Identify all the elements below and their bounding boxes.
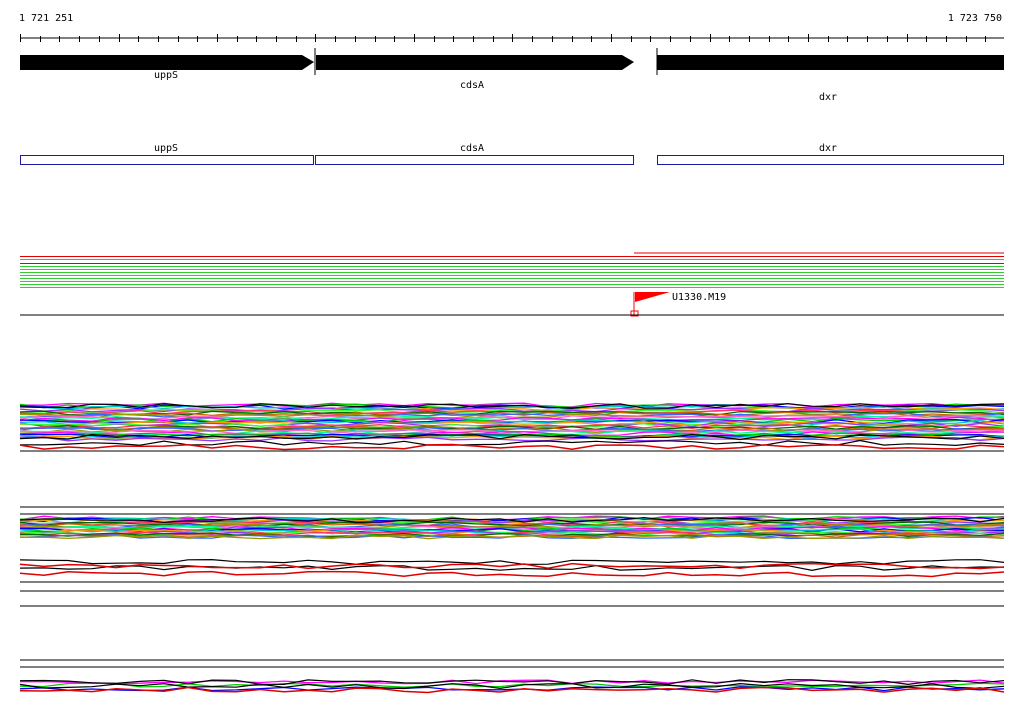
gene-arrows <box>20 48 1004 75</box>
track-separators <box>20 314 1004 668</box>
gene-arrow-cdsa[interactable] <box>316 55 634 70</box>
gene-arrow-dxr[interactable] <box>657 55 1004 70</box>
gene-arrow-upps[interactable] <box>20 55 314 70</box>
coverage-track-3 <box>19 679 1005 694</box>
genome-browser-canvas <box>19 34 1005 694</box>
marker-flag[interactable] <box>630 292 670 317</box>
feature-track <box>20 252 1004 288</box>
coverage-track-2 <box>19 515 1005 578</box>
coverage-track-1 <box>19 402 1005 451</box>
marker-flag-icon <box>635 292 670 302</box>
ruler <box>20 34 1004 42</box>
